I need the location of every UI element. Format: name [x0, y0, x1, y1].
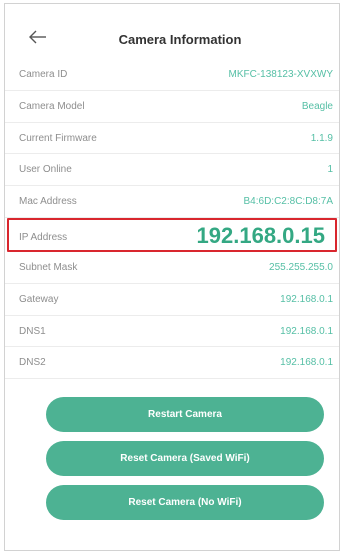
info-label: Camera ID [19, 69, 68, 80]
info-label: IP Address [19, 231, 68, 243]
info-row-ip-address: IP Address 192.168.0.15 [7, 217, 337, 252]
info-row-current-firmware: Current Firmware 1.1.9 [5, 123, 339, 155]
info-value: MKFC-138123-XVXWY [228, 69, 333, 80]
reset-camera-no-wifi-button[interactable]: Reset Camera (No WiFi) [46, 485, 324, 520]
info-label: Camera Model [19, 100, 85, 112]
info-label: Mac Address [19, 196, 77, 208]
reset-camera-saved-wifi-button[interactable]: Reset Camera (Saved WiFi) [46, 441, 324, 476]
info-row-user-online: User Online 1 [5, 154, 339, 187]
header: Camera Information [5, 4, 339, 66]
ip-address-value: 192.168.0.15 [196, 222, 325, 248]
info-row-subnet-mask: Subnet Mask 255.255.255.0 [5, 252, 339, 284]
info-row-dns1: DNS1 192.168.0.1 [5, 316, 339, 348]
info-row-dns2: DNS2 192.168.0.1 [5, 347, 339, 380]
info-value: 255.255.255.0 [269, 261, 333, 273]
info-value: 192.168.0.1 [280, 293, 333, 305]
info-value: 1.1.9 [310, 132, 333, 144]
info-value: 192.168.0.1 [280, 325, 333, 337]
info-label: User Online [19, 164, 72, 176]
info-label: DNS1 [19, 325, 46, 337]
info-label: Subnet Mask [19, 261, 78, 273]
app-screen: Camera Information Camera ID MKFC-138123… [4, 3, 340, 551]
info-row-gateway: Gateway 192.168.0.1 [5, 284, 339, 316]
info-row-mac-address: Mac Address B4:6D:C2:8C:D8:7A [5, 186, 339, 218]
info-row-camera-id: Camera ID MKFC-138123-XVXWY [5, 59, 339, 91]
info-row-camera-model: Camera Model Beagle [5, 91, 339, 123]
info-list: Camera ID MKFC-138123-XVXWY Camera Model… [5, 59, 339, 380]
page-title: Camera Information [118, 32, 242, 47]
info-label: DNS2 [19, 357, 46, 369]
info-value: B4:6D:C2:8C:D8:7A [243, 196, 334, 208]
info-value: Beagle [301, 100, 333, 112]
info-value: 192.168.0.1 [280, 357, 333, 369]
info-label: Gateway [19, 293, 59, 305]
info-value: 1 [327, 164, 333, 176]
restart-camera-button[interactable]: Restart Camera [46, 397, 324, 432]
info-label: Current Firmware [19, 132, 97, 144]
